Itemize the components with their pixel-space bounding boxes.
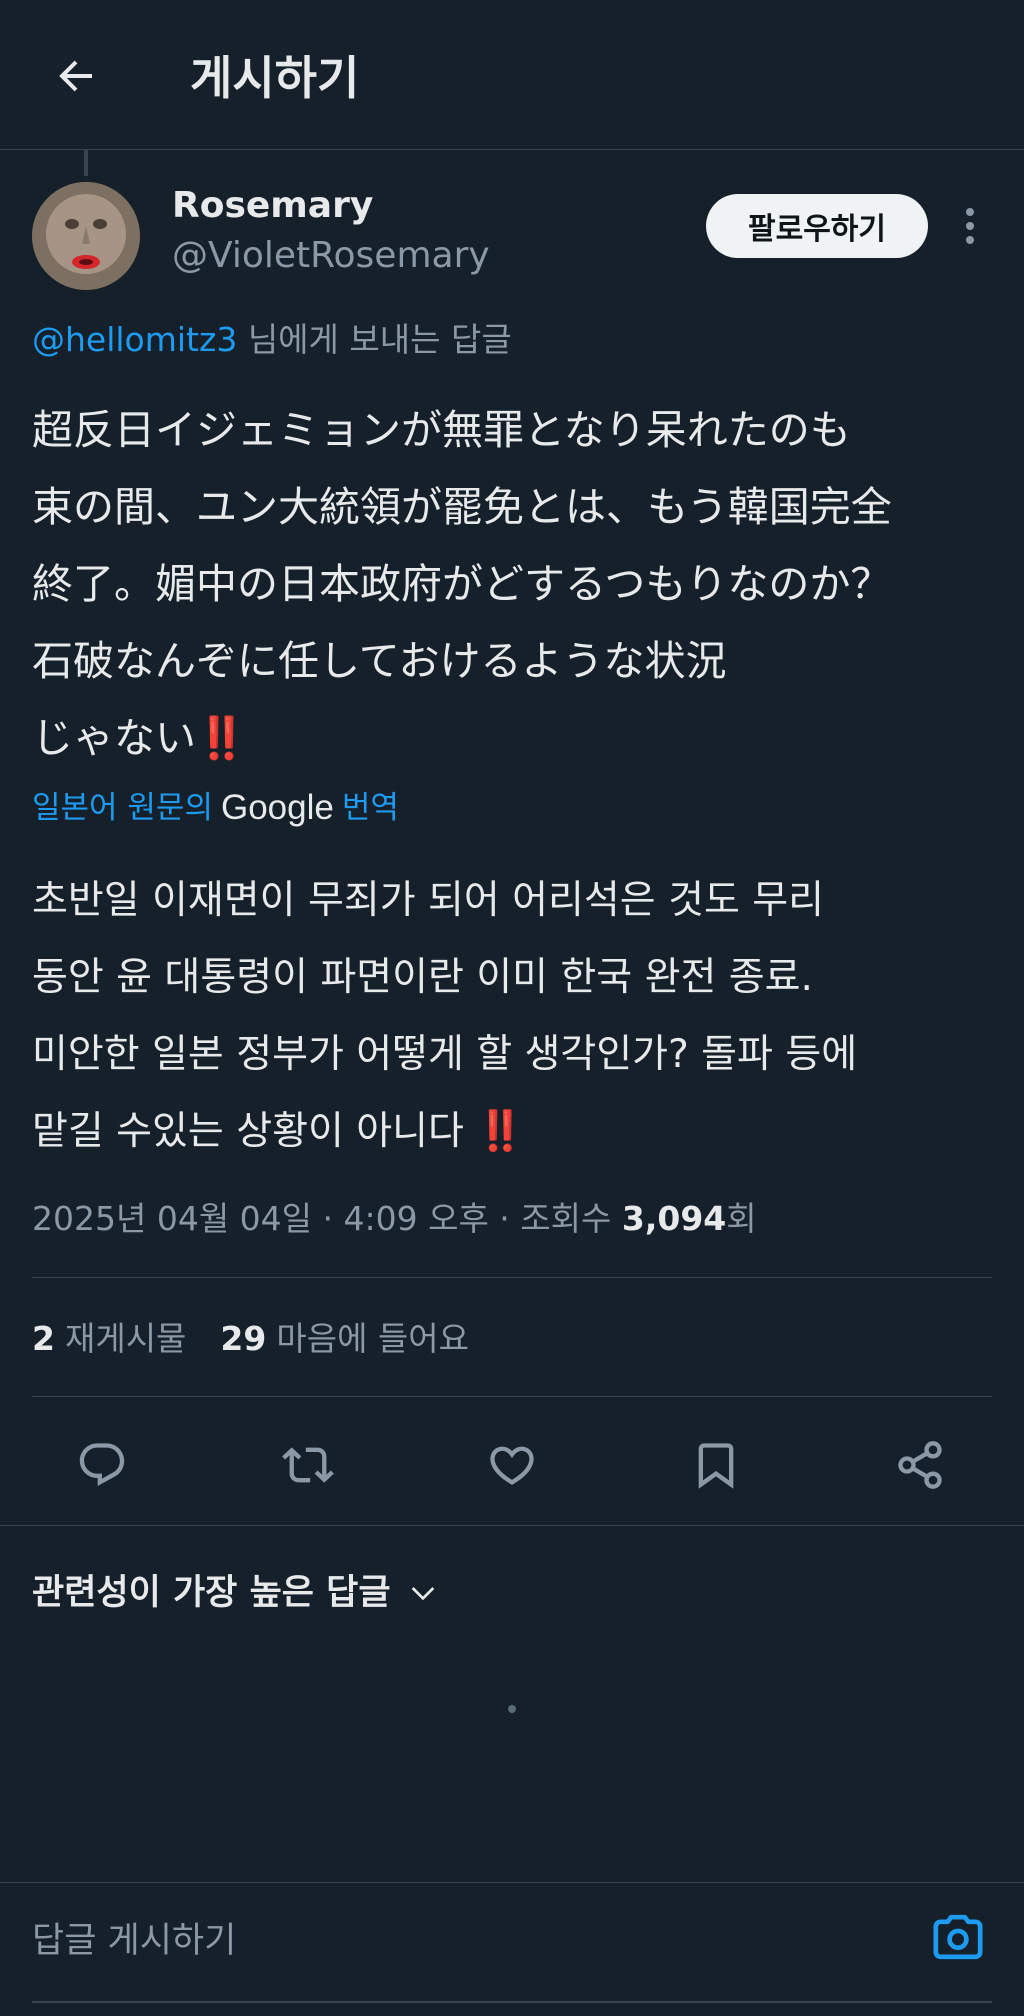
likes-count: 29 [220,1319,267,1358]
reposts-label: 재게시물 [64,1319,187,1358]
author-name[interactable]: Rosemary [172,184,373,228]
reply-to-mention-link[interactable]: @hellomitz3 [32,320,237,359]
like-icon [490,1446,534,1485]
camera-icon [933,1914,983,1960]
avatar[interactable] [32,182,140,290]
divider [0,1525,1024,1526]
chevron-down-icon [411,1587,434,1601]
page-title: 게시하기 [190,51,360,105]
reposts-stat[interactable]: 2 재게시물 [32,1314,186,1364]
divider [32,1277,992,1278]
translation-attribution[interactable]: 일본어 원문의 Google 번역 [32,786,399,830]
arrow-left-icon [59,60,92,92]
replies-sort-label: 관련성이 가장 높은 답글 [32,1573,391,1613]
post-timestamp: 2025년 04월 04일 · 4:09 오후 · 조회수 [32,1199,622,1238]
more-vertical-icon [966,208,974,244]
translate-prefix: 일본어 원문의 [32,790,213,826]
reply-compose-bar [0,1882,1024,2016]
original-text-body: 超反日イジェミョンが無罪となり呆れたのも 束の間、ユン大統領が罷免とは、もう韓国… [32,406,892,762]
repost-icon [282,1447,334,1483]
author-handle[interactable]: @VioletRosemary [172,234,490,278]
compose-underline [32,2001,992,2003]
divider [32,1396,992,1397]
likes-label: 마음에 들어요 [276,1319,470,1358]
repost-button[interactable] [268,1420,348,1510]
bookmark-button[interactable] [676,1420,756,1510]
post-translated-text: 초반일 이재면이 무죄가 되어 어리석은 것도 무리 동안 윤 대통령이 파면이… [32,862,1002,1170]
loading-indicator [508,1705,516,1713]
bookmark-icon [698,1443,734,1489]
thread-connector-line [84,150,88,176]
replies-sort-dropdown[interactable]: 관련성이 가장 높은 답글 [32,1568,439,1618]
post-timestamp-views: 2025년 04월 04일 · 4:09 오후 · 조회수 3,094회 [32,1194,757,1244]
follow-button[interactable]: 팔로우하기 [706,194,928,258]
views-count: 3,094 [621,1199,727,1238]
double-exclamation-emoji: ‼️ [476,1109,525,1154]
avatar-image [32,182,140,290]
reply-button[interactable] [62,1420,142,1510]
post-action-bar [0,1420,1024,1510]
reposts-count: 2 [32,1319,55,1358]
camera-button[interactable] [928,1907,988,1967]
reply-icon [79,1443,125,1487]
translate-suffix: 번역 [341,790,399,826]
share-button[interactable] [880,1420,960,1510]
top-bar: 게시하기 [0,0,1024,150]
engagement-stats: 2 재게시물 29 마음에 들어요 [32,1314,469,1364]
more-options-button[interactable] [950,196,990,256]
translated-text-body: 초반일 이재면이 무죄가 되어 어리석은 것도 무리 동안 윤 대통령이 파면이… [32,878,858,1154]
back-button[interactable] [40,40,112,112]
share-icon [898,1441,942,1489]
likes-stat[interactable]: 29 마음에 들어요 [220,1314,469,1364]
post-original-text: 超反日イジェミョンが無罪となり呆れたのも 束の間、ユン大統領が罷免とは、もう韓国… [32,392,1002,777]
double-exclamation-emoji: ‼️ [196,714,247,762]
reply-to-line: @hellomitz3 님에게 보내는 답글 [32,318,512,362]
reply-to-suffix: 님에게 보내는 답글 [237,320,512,359]
google-logo-text: Google [220,788,334,827]
reply-input[interactable] [32,1911,892,1971]
like-button[interactable] [472,1420,552,1510]
views-suffix: 회 [726,1199,757,1238]
